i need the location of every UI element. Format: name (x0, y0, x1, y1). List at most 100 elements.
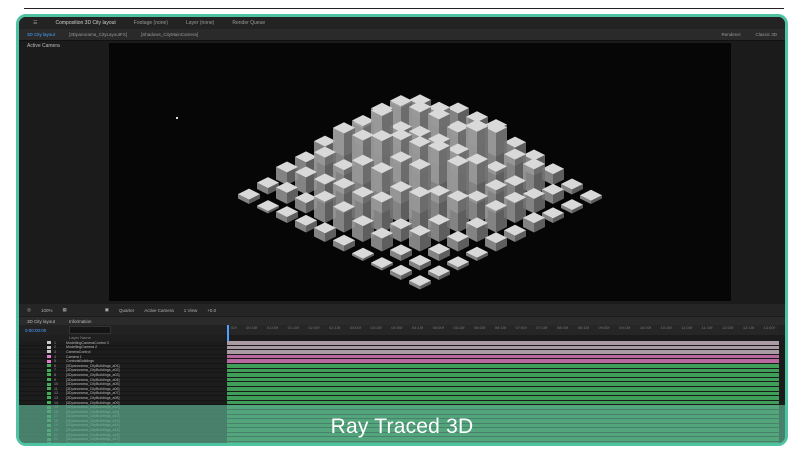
label-color-swatch[interactable] (47, 378, 51, 382)
layer-name[interactable]: [3Dpanorama_CityBuildings_a09] (66, 401, 146, 405)
layer-name[interactable]: [3Dpanorama_CityBuildings_a03] (66, 373, 146, 377)
city-block (504, 224, 526, 242)
layer-name[interactable]: ModellingCameraControl 3 (66, 341, 146, 345)
city-block (333, 234, 355, 252)
layer-name[interactable]: [3Dpanorama_CityBuildings_a02] (66, 368, 146, 372)
city-block (352, 247, 374, 261)
layer-number: 13 (54, 395, 58, 400)
viewer-toolbar: ◎ 100% ▦ ▣ Quarter Active Camera 1 View … (19, 304, 785, 316)
layer-name[interactable]: Camera 1 (66, 355, 146, 359)
menu-item-layer[interactable]: Layer (none) (186, 20, 214, 26)
city-block (390, 244, 412, 261)
city-block (352, 215, 374, 242)
layer-name[interactable]: [3Dpanorama_CityBuildings_a07] (66, 391, 146, 395)
layer-name[interactable]: [3Dpanorama_CityBuildings_a01] (66, 364, 146, 368)
grid-icon[interactable]: ▦ (62, 307, 66, 313)
label-color-swatch[interactable] (47, 345, 51, 349)
city-block (333, 201, 355, 233)
camera-icon[interactable]: ▣ (105, 307, 109, 313)
tab-information[interactable]: Information (69, 319, 92, 324)
label-color-swatch[interactable] (47, 401, 51, 405)
city-block (409, 275, 431, 290)
menu-item-render-queue[interactable]: Render Queue (232, 20, 265, 26)
layer-name[interactable]: ControlsBuildings (66, 359, 146, 363)
ruler-tick: 00:15f (246, 325, 258, 330)
city-render (238, 94, 602, 290)
tab-city-layout[interactable]: 3D City layout (27, 32, 55, 37)
view-dropdown[interactable]: Active Camera (144, 308, 174, 313)
layer-number: 5 (54, 359, 56, 364)
layer-name[interactable]: [3Dpanorama_CityBuildings_a06] (66, 387, 146, 391)
label-color-swatch[interactable] (47, 350, 51, 354)
layer-name[interactable]: [3Dpanorama_CityBuildings_a04] (66, 378, 146, 382)
city-block (428, 265, 450, 280)
screen-frame: ☰ Composition 3D City layout Footage (no… (16, 14, 788, 446)
label-color-swatch[interactable] (47, 396, 51, 400)
label-color-swatch[interactable] (47, 368, 51, 372)
tab-shadows-camera[interactable]: [Shadows_CityMainCamera] (141, 32, 198, 37)
renderer-value[interactable]: Classic 3D (755, 32, 777, 37)
label-color-swatch[interactable] (47, 359, 51, 363)
city-block (485, 199, 507, 233)
city-block (466, 217, 488, 242)
city-block (371, 227, 393, 252)
city-block (447, 231, 469, 252)
ruler-tick: 09:00f (598, 325, 610, 330)
timecode-display[interactable]: 0:00:00:00 (25, 328, 65, 333)
city-block (504, 191, 526, 223)
composition-viewer[interactable] (109, 43, 731, 301)
city-block (295, 214, 317, 233)
label-color-swatch[interactable] (47, 341, 51, 345)
city-block (276, 206, 298, 223)
ruler-tick: 10:15f (660, 325, 672, 330)
ruler-tick: 07:00f (515, 325, 527, 330)
tab-timeline-comp[interactable]: 3D City layout (27, 319, 55, 324)
label-color-swatch[interactable] (47, 387, 51, 391)
label-color-swatch[interactable] (47, 355, 51, 359)
city-block (314, 222, 336, 242)
views-dropdown[interactable]: 1 View (184, 308, 197, 313)
layer-name[interactable]: CameraControl (66, 350, 146, 354)
layer-search-input[interactable] (69, 326, 111, 334)
city-block (542, 183, 564, 204)
city-block (276, 181, 298, 204)
caption-text: Ray Traced 3D (330, 415, 474, 438)
menu-icon[interactable]: ☰ (33, 20, 37, 26)
resolution-dropdown[interactable]: Quarter (119, 308, 134, 313)
time-ruler[interactable]: 00f 00:15f 01:00f 01:15f 02:00f 02:15f 03:00f 0… (227, 325, 779, 335)
ruler-tick: 02:15f (329, 325, 341, 330)
layer-name[interactable]: ModellingCamera 2 (66, 345, 146, 349)
ruler-tick: 08:15f (577, 325, 589, 330)
ruler-tick: 10:00f (639, 325, 651, 330)
renderer-label: Renderer: (721, 32, 742, 37)
label-color-swatch[interactable] (47, 373, 51, 377)
label-color-swatch[interactable] (47, 382, 51, 386)
layer-number: 1 (54, 340, 56, 345)
menu-item-composition[interactable]: Composition 3D City layout (55, 20, 115, 26)
menu-item-footage[interactable]: Footage (none) (134, 20, 168, 26)
ruler-tick: 08:00f (556, 325, 569, 330)
layer-number: 4 (54, 354, 56, 359)
tab-layout-fx[interactable]: [3Dpanorama_CityLayoutFX] (69, 32, 127, 37)
city-block (428, 214, 450, 242)
city-block (257, 177, 279, 195)
snapshot-icon[interactable]: ◎ (27, 307, 31, 313)
ruler-tick: 06:00f (474, 325, 486, 330)
city-block (314, 190, 336, 223)
label-color-swatch[interactable] (47, 391, 51, 395)
city-block (390, 264, 412, 280)
city-block (580, 189, 602, 204)
zoom-dropdown[interactable]: 100% (41, 308, 53, 313)
city-block (561, 178, 583, 195)
ruler-tick: 06:15f (494, 325, 506, 330)
ruler-tick: 11:15f (701, 325, 713, 330)
layer-name[interactable]: [3Dpanorama_CityBuildings_a08] (66, 396, 146, 400)
layer-number: 6 (54, 363, 56, 368)
exposure-value[interactable]: +0.0 (207, 308, 216, 313)
timeline-tabs: 3D City layout Information (19, 317, 785, 325)
cursor-dot (176, 117, 178, 119)
layer-name[interactable]: [3Dpanorama_CityBuildings_a05] (66, 382, 146, 386)
label-color-swatch[interactable] (47, 364, 51, 368)
ruler-tick: 09:15f (619, 325, 631, 330)
city-block (447, 256, 469, 271)
